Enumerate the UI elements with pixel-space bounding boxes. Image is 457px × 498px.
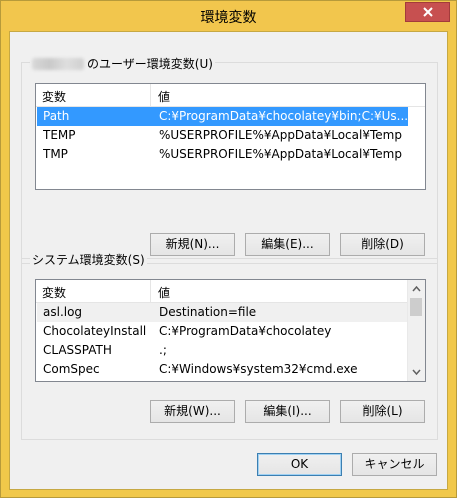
system-variables-group-title: システム環境変数(S): [30, 251, 147, 268]
title-bar[interactable]: 環境変数: [1, 1, 456, 31]
environment-variables-dialog: 環境変数 のユーザー環境変数(U) 変数 値 Path C:¥ProgramDa…: [0, 0, 457, 498]
system-variables-list[interactable]: 変数 値 asl.log Destination=file Chocolatey…: [35, 279, 426, 382]
column-header-value[interactable]: 値: [158, 284, 170, 301]
close-icon: [423, 7, 433, 17]
list-header: 変数 値: [36, 280, 408, 303]
system-new-button[interactable]: 新規(W)...: [150, 400, 235, 423]
cancel-button[interactable]: キャンセル: [352, 453, 437, 476]
chevron-down-icon[interactable]: [408, 365, 425, 379]
column-header-name[interactable]: 変数: [42, 88, 66, 105]
window-title: 環境変数: [200, 10, 257, 26]
list-item-tmp[interactable]: TMP %USERPROFILE%¥AppData¥Local¥Temp: [37, 145, 408, 164]
list-item-temp[interactable]: TEMP %USERPROFILE%¥AppData¥Local¥Temp: [37, 126, 408, 145]
user-delete-button[interactable]: 削除(D): [340, 233, 425, 256]
list-item-asl-log[interactable]: asl.log Destination=file: [37, 303, 408, 322]
redacted-username: [32, 57, 84, 70]
list-item-path[interactable]: Path C:¥ProgramData¥chocolatey¥bin;C:¥Us…: [37, 107, 408, 126]
chevron-up-icon[interactable]: [408, 282, 425, 296]
user-variables-list[interactable]: 変数 値 Path C:¥ProgramData¥chocolatey¥bin;…: [35, 83, 426, 190]
list-item-comspec[interactable]: ComSpec C:¥Windows¥system32¥cmd.exe: [37, 360, 408, 379]
column-header-value[interactable]: 値: [158, 88, 170, 105]
user-variables-group: のユーザー環境変数(U) 変数 値 Path C:¥ProgramData¥ch…: [21, 55, 438, 264]
system-delete-button[interactable]: 削除(L): [340, 400, 425, 423]
close-button[interactable]: [405, 2, 450, 22]
scroll-thumb[interactable]: [410, 298, 422, 316]
system-variables-group: システム環境変数(S) 変数 値 asl.log Destination=fil…: [21, 251, 438, 440]
user-new-button[interactable]: 新規(N)...: [150, 233, 235, 256]
system-edit-button[interactable]: 編集(I)...: [245, 400, 330, 423]
list-item-classpath[interactable]: CLASSPATH .;: [37, 341, 408, 360]
user-variables-group-title: のユーザー環境変数(U): [30, 55, 215, 72]
column-header-name[interactable]: 変数: [42, 284, 66, 301]
list-item-chocolateyinstall[interactable]: ChocolateyInstall C:¥ProgramData¥chocola…: [37, 322, 408, 341]
list-header: 変数 値: [36, 84, 425, 107]
system-list-scrollbar[interactable]: [407, 280, 425, 381]
ok-button[interactable]: OK: [257, 453, 342, 476]
dialog-body: のユーザー環境変数(U) 変数 値 Path C:¥ProgramData¥ch…: [9, 31, 448, 490]
user-edit-button[interactable]: 編集(E)...: [245, 233, 330, 256]
